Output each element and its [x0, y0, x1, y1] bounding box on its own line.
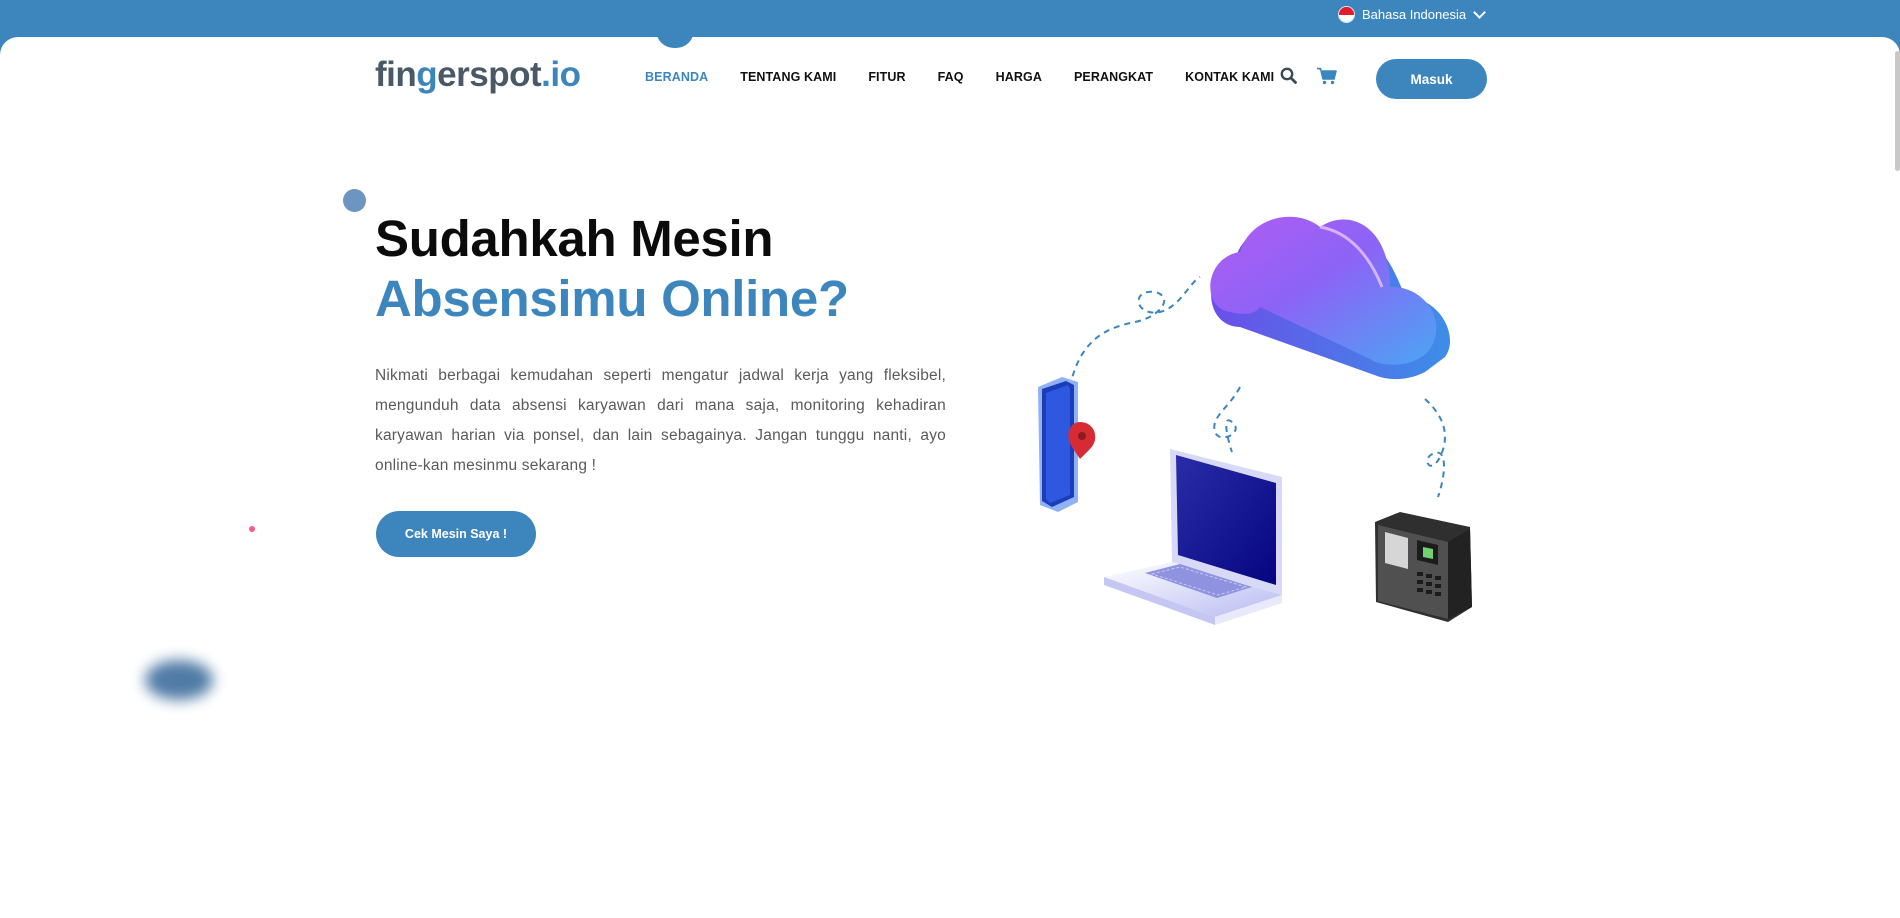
- hero-description: Nikmati berbagai kemudahan seperti menga…: [375, 367, 946, 474]
- logo-part: fin: [375, 55, 417, 94]
- main-nav: BERANDA TENTANG KAMI FITUR FAQ HARGA PER…: [645, 70, 1306, 84]
- flag-indonesia-icon: [1338, 6, 1355, 23]
- scrollbar[interactable]: [1895, 51, 1900, 171]
- laptop-icon: [1104, 449, 1282, 625]
- language-label: Bahasa Indonesia: [1362, 7, 1467, 22]
- fingerprint-machine-icon: [1375, 512, 1472, 622]
- login-button[interactable]: Masuk: [1376, 59, 1487, 99]
- top-bar: Bahasa Indonesia: [0, 0, 1900, 40]
- cloud-icon: [1210, 216, 1451, 380]
- hero-title: Sudahkah Mesin Absensimu Online?: [375, 209, 849, 329]
- check-machine-button[interactable]: Cek Mesin Saya !: [376, 511, 536, 557]
- decorative-circle: [343, 189, 366, 212]
- nav-item-kontak-kami[interactable]: KONTAK KAMI: [1185, 70, 1274, 84]
- hero-illustration: [1038, 216, 1472, 625]
- search-icon[interactable]: [1280, 67, 1297, 84]
- cart-icon[interactable]: [1317, 67, 1337, 85]
- logo[interactable]: fingerspot.io: [375, 55, 581, 95]
- page-content: fingerspot.io BERANDA TENTANG KAMI FITUR…: [0, 37, 1900, 918]
- hero-title-line1: Sudahkah Mesin: [375, 210, 774, 267]
- decorative-blur-blob: [145, 660, 213, 700]
- language-selector[interactable]: Bahasa Indonesia: [1338, 6, 1486, 23]
- nav-item-perangkat[interactable]: PERANGKAT: [1074, 70, 1153, 84]
- hero-title-line2: Absensimu Online?: [375, 270, 849, 327]
- nav-item-harga[interactable]: HARGA: [996, 70, 1042, 84]
- logo-part: g: [416, 55, 438, 94]
- chevron-down-icon: [1473, 6, 1486, 19]
- logo-part: .io: [541, 55, 581, 94]
- logo-part: erspot: [437, 55, 542, 94]
- nav-item-fitur[interactable]: FITUR: [868, 70, 905, 84]
- nav-item-faq[interactable]: FAQ: [938, 70, 964, 84]
- nav-item-tentang-kami[interactable]: TENTANG KAMI: [740, 70, 836, 84]
- nav-item-beranda[interactable]: BERANDA: [645, 70, 708, 84]
- decorative-dot: [249, 526, 255, 532]
